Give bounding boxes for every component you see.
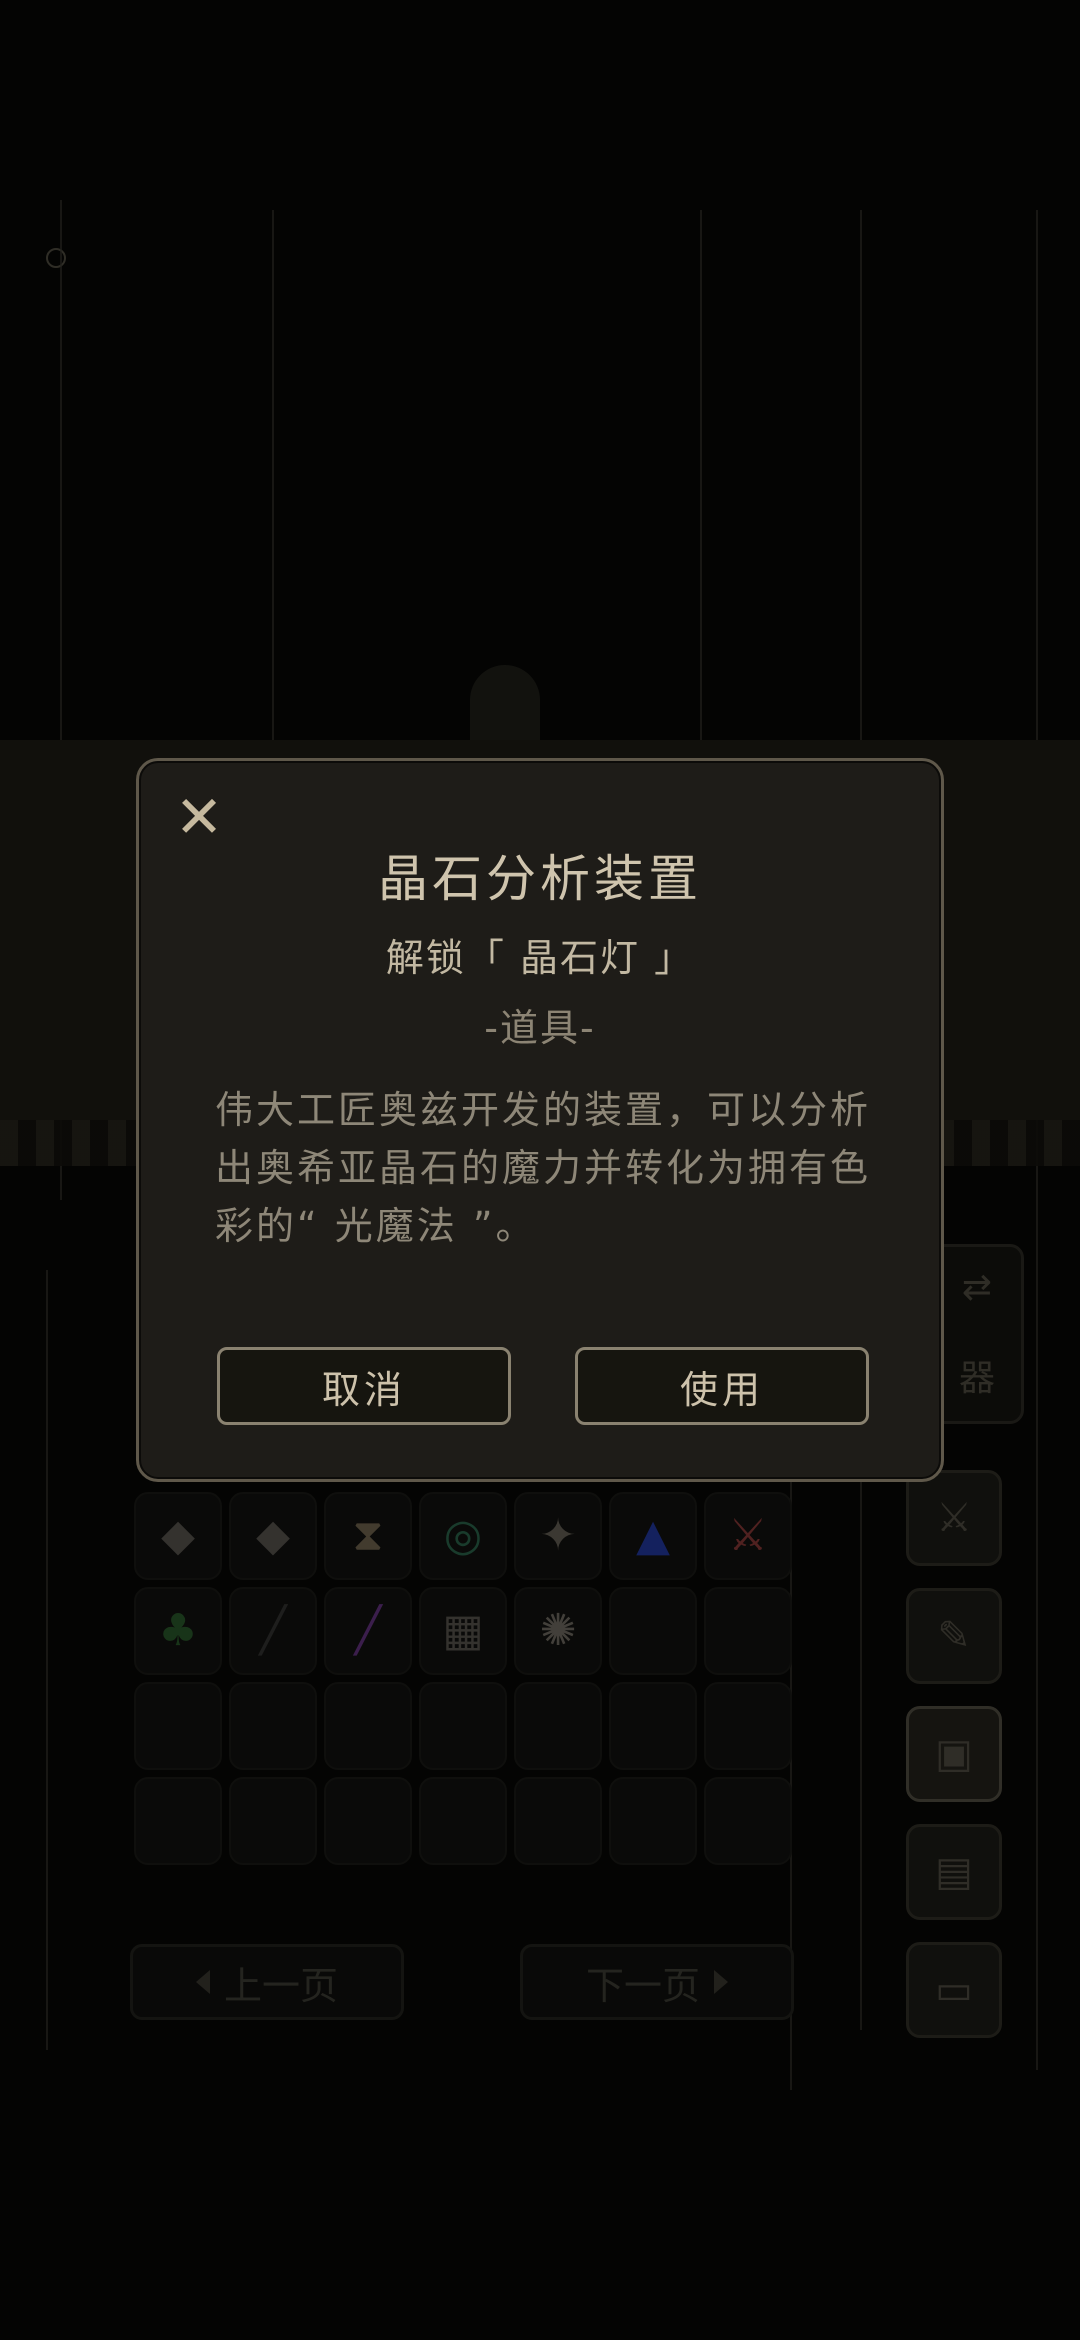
close-icon: ✕ [174, 783, 224, 851]
dialog-subtitle: 解锁「 晶石灯 」 [385, 936, 695, 980]
game-screen: ⇄ 器 ◆ ◆ ⧗ ◎ ✦ ▲ ⚔ ♣ ╱ ╱ ▦ ✺ 上一页 下一页 ⚔ ✎ ▣ ▤ ▭ ✕ 晶石分析装置 … [0, 0, 1080, 2340]
dialog-description: 伟大工匠奥兹开发的装置，可以分析出奥希亚晶石的魔力并转化为拥有色彩的“ 光魔法 … [215, 1088, 872, 1248]
use-button[interactable]: 使用 [575, 1347, 869, 1425]
cancel-button[interactable]: 取消 [217, 1347, 511, 1425]
dialog-title: 晶石分析装置 [378, 850, 702, 908]
item-dialog: ✕ 晶石分析装置 解锁「 晶石灯 」 -道具- 伟大工匠奥兹开发的装置，可以分析… [136, 758, 944, 1482]
dialog-category: -道具- [484, 1006, 596, 1050]
use-button-label: 使用 [679, 1367, 764, 1412]
close-button[interactable]: ✕ [171, 783, 227, 851]
cancel-button-label: 取消 [321, 1367, 406, 1412]
